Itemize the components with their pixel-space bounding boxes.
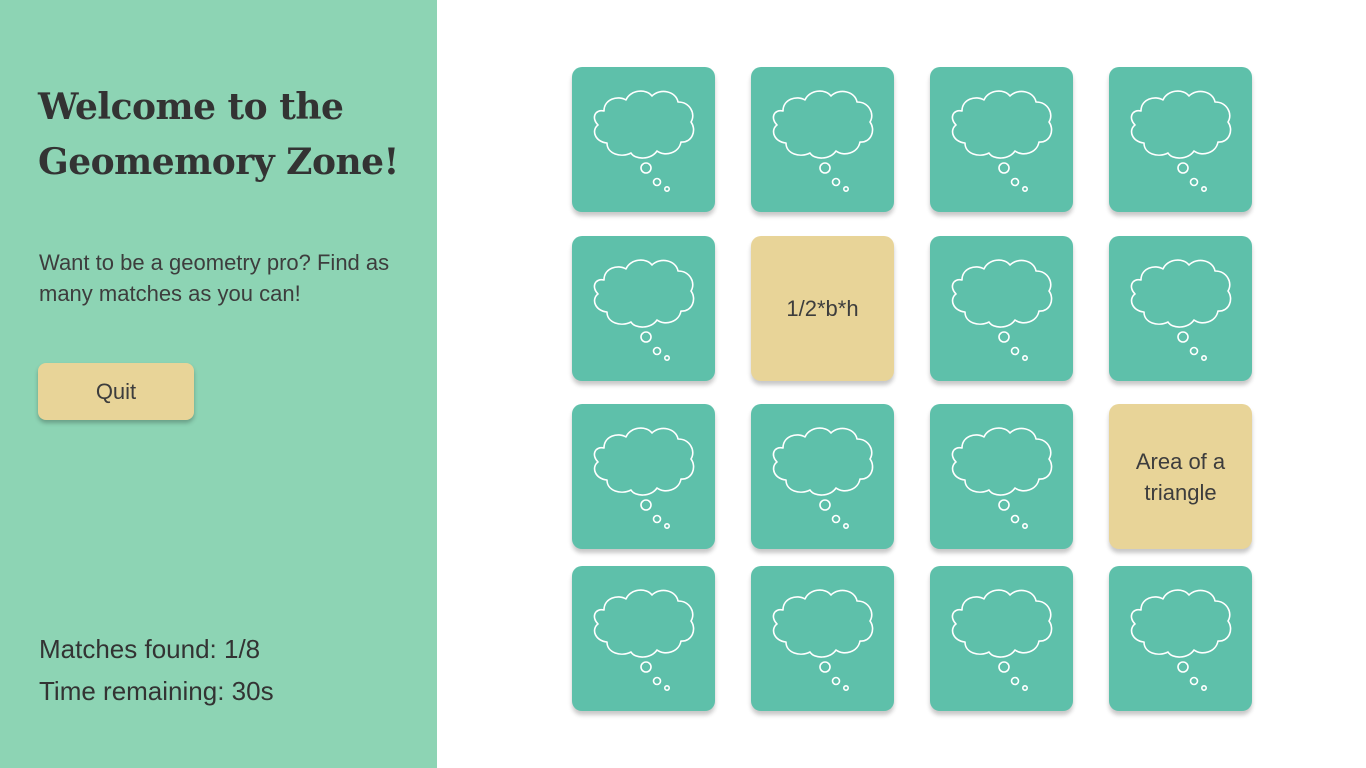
memory-card-hidden[interactable] <box>751 67 894 212</box>
page-title: Welcome to the Geomemory Zone! <box>38 86 399 183</box>
memory-card-hidden[interactable] <box>930 67 1073 212</box>
game-stats: Matches found: 1/8 Time remaining: 30s <box>39 628 274 712</box>
memory-card-hidden[interactable] <box>1109 566 1252 711</box>
memory-card-hidden[interactable] <box>930 566 1073 711</box>
sidebar: Welcome to the Geomemory Zone! Want to b… <box>0 0 437 768</box>
memory-card-hidden[interactable] <box>751 566 894 711</box>
memory-card-hidden[interactable] <box>1109 67 1252 212</box>
memory-card-revealed[interactable]: 1/2*b*h <box>751 236 894 381</box>
matches-found-text: Matches found: 1/8 <box>39 634 261 664</box>
memory-card-hidden[interactable] <box>930 236 1073 381</box>
quit-button[interactable]: Quit <box>38 363 194 420</box>
memory-card-hidden[interactable] <box>930 404 1073 549</box>
memory-card-hidden[interactable] <box>572 67 715 212</box>
memory-card-hidden[interactable] <box>572 404 715 549</box>
card-text: 1/2*b*h <box>786 296 859 321</box>
intro-text: Want to be a geometry pro? Find as many … <box>39 250 390 306</box>
memory-card-hidden[interactable] <box>1109 236 1252 381</box>
memory-card-hidden[interactable] <box>751 404 894 549</box>
memory-card-hidden[interactable] <box>572 566 715 711</box>
time-remaining-text: Time remaining: 30s <box>39 676 274 706</box>
memory-card-revealed[interactable]: Area of a triangle <box>1109 404 1252 549</box>
memory-card-hidden[interactable] <box>572 236 715 381</box>
card-text: Area of a triangle <box>1135 448 1226 505</box>
